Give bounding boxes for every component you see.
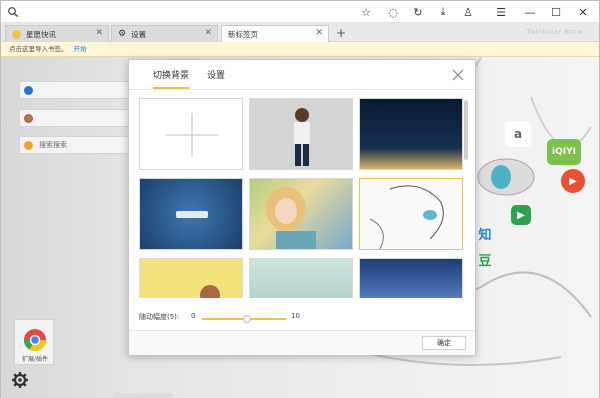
account-icon[interactable]: ♙	[460, 4, 476, 20]
zhihu-icon[interactable]: 知	[477, 223, 493, 243]
tab-label: 设置	[131, 29, 147, 39]
paw-icon	[24, 85, 33, 95]
settings-gear-icon[interactable]	[11, 371, 29, 389]
search-icon[interactable]	[7, 6, 19, 18]
wallpaper-thumb[interactable]	[139, 258, 243, 298]
extensions-label: 扩展/插件	[21, 356, 49, 363]
app-icon[interactable]: ▶	[511, 205, 531, 225]
brand-label: Twinkstar Brow	[526, 28, 583, 36]
shortcut-item[interactable]: 搜索搜索	[19, 136, 129, 154]
wallpaper-thumb[interactable]	[139, 178, 243, 250]
add-wallpaper-tile[interactable]	[139, 98, 243, 170]
tab-label: 星愿快讯	[26, 29, 56, 39]
dialog-footer: 确定	[129, 330, 475, 355]
refresh-icon[interactable]: ◌	[385, 4, 401, 20]
status-strip	[113, 393, 173, 398]
girl-photo	[266, 187, 316, 249]
anime-sketch	[369, 185, 444, 249]
slider-min: 0	[191, 312, 196, 320]
wallpaper-thumb[interactable]	[359, 258, 463, 298]
gear-icon: ⚙	[118, 29, 127, 39]
tab-label: 新标签页	[228, 29, 258, 39]
confirm-button[interactable]: 确定	[422, 336, 466, 350]
bookmark-start-link[interactable]: 开始	[74, 45, 87, 53]
maximize-icon[interactable]: ☐	[548, 4, 564, 20]
close-icon[interactable]	[451, 68, 465, 82]
tab-settings[interactable]: ⚙ 设置 ✕	[111, 25, 218, 42]
shortcut-item[interactable]	[19, 109, 129, 127]
undo-icon[interactable]: ↻	[410, 4, 426, 20]
chrome-icon	[24, 113, 33, 123]
motion-slider-row: 随动幅度(5): 0 10	[139, 312, 469, 326]
wallpaper-thumb[interactable]	[249, 258, 353, 298]
slider-knob[interactable]	[243, 315, 251, 323]
plus-icon	[166, 113, 218, 157]
star-icon	[12, 29, 21, 39]
close-icon[interactable]: ✕	[204, 28, 212, 38]
close-icon[interactable]: ✕	[95, 28, 103, 38]
bookmark-prompt: 点击这里导入书签。	[9, 45, 68, 53]
shortcut-label: 搜索搜索	[39, 141, 67, 149]
favorite-star-icon[interactable]: ☆	[358, 4, 374, 20]
dialog-tabs: 切换背景 设置	[129, 60, 475, 90]
tab-xingyuan-news[interactable]: 星愿快讯 ✕	[5, 25, 109, 42]
window-close-icon[interactable]: ✕	[575, 4, 591, 20]
youku-icon[interactable]: ▶	[561, 169, 585, 193]
tab-switch-background[interactable]: 切换背景	[153, 68, 190, 89]
wallpaper-thumb-selected[interactable]	[359, 178, 463, 250]
bookmark-import-bar: 点击这里导入书签。 开始	[1, 42, 599, 57]
toolbar: ☆ ◌ ↻ ⤓ ♙ ☰ — ☐ ✕	[1, 1, 599, 23]
wallpaper-thumb[interactable]	[249, 98, 353, 170]
extensions-tile[interactable]: 扩展/插件	[14, 319, 54, 365]
tab-dialog-settings[interactable]: 设置	[207, 68, 225, 81]
grid-scrollbar[interactable]	[464, 100, 468, 160]
iqiyi-icon[interactable]: iQIYI	[547, 139, 581, 165]
amazon-icon[interactable]: a	[505, 121, 531, 147]
wallpaper-grid	[139, 98, 469, 298]
douban-icon[interactable]: 豆	[477, 249, 493, 269]
woman-photo	[294, 108, 310, 166]
wallpaper-thumb[interactable]	[359, 98, 463, 170]
close-icon[interactable]: ✕	[315, 28, 323, 38]
background-dialog: 切换背景 设置 随动幅度(5): 0 10 确定	[128, 59, 476, 355]
shortcut-item[interactable]	[19, 81, 129, 99]
browser-window: ☆ ◌ ↻ ⤓ ♙ ☰ — ☐ ✕ 星愿快讯 ✕ ⚙ 设置 ✕ 新标签页 ✕ +…	[0, 0, 600, 398]
wallpaper-thumb[interactable]	[249, 178, 353, 250]
search-engine-icon	[24, 140, 33, 150]
slider-max: 10	[291, 312, 300, 320]
menu-icon[interactable]: ☰	[493, 4, 509, 20]
tab-new-tab[interactable]: 新标签页 ✕	[221, 25, 329, 42]
download-icon[interactable]: ⤓	[435, 4, 451, 20]
new-tab-button[interactable]: +	[332, 26, 350, 41]
tab-bar: 星愿快讯 ✕ ⚙ 设置 ✕ 新标签页 ✕ + Twinkstar Brow	[1, 23, 599, 42]
slider-label: 随动幅度(5):	[139, 313, 180, 321]
chrome-icon	[24, 329, 46, 351]
minimize-icon[interactable]: —	[522, 4, 538, 20]
